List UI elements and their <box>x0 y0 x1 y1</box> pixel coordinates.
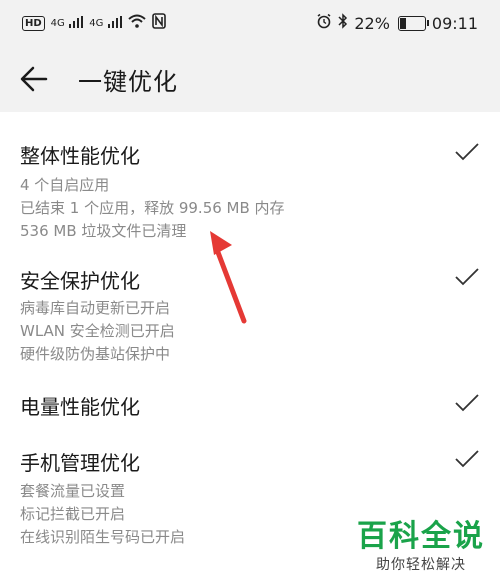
check-icon <box>455 394 479 412</box>
section-detail: 已结束 1 个应用，释放 99.56 MB 内存 <box>20 199 285 217</box>
battery-percent: 22% <box>354 14 390 33</box>
check-icon <box>455 450 479 468</box>
section-detail: 病毒库自动更新已开启 <box>20 299 171 317</box>
section-detail: 536 MB 垃圾文件已清理 <box>20 222 187 240</box>
page-title: 一键优化 <box>78 68 178 96</box>
hd-icon: HD <box>22 16 45 31</box>
section-title: 整体性能优化 <box>20 144 140 168</box>
section-detail: 4 个自启应用 <box>20 176 110 194</box>
check-icon <box>455 143 479 161</box>
clock: 09:11 <box>431 14 478 33</box>
section-detail: 套餐流量已设置 <box>20 482 126 500</box>
bluetooth-icon <box>338 13 348 34</box>
network-type-2: 4G <box>89 17 104 29</box>
section-detail: 标记拦截已开启 <box>20 505 126 523</box>
signal-icon: 4G <box>89 15 122 33</box>
section-title: 电量性能优化 <box>20 395 140 419</box>
battery-icon <box>397 16 429 31</box>
status-left: HD 4G 4G <box>22 13 166 34</box>
watermark-title: 百科全说 <box>357 519 485 554</box>
network-type-1: 4G <box>50 17 65 29</box>
alarm-icon <box>316 13 332 34</box>
optimization-results: 整体性能优化 4 个自启应用 已结束 1 个应用，释放 99.56 MB 内存 … <box>0 112 500 588</box>
signal-icon: 4G <box>51 15 84 33</box>
status-right: 22% 09:11 <box>316 13 478 34</box>
section-detail: WLAN 安全检测已开启 <box>20 322 175 340</box>
section-detail: 硬件级防伪基站保护中 <box>20 345 171 363</box>
back-arrow-icon[interactable] <box>20 66 48 92</box>
section-title: 安全保护优化 <box>20 269 140 293</box>
section-detail: 在线识别陌生号码已开启 <box>20 528 186 546</box>
watermark-logo: 百科全说 助你轻松解决 <box>356 520 486 574</box>
nfc-icon <box>152 13 166 34</box>
section-title: 手机管理优化 <box>20 451 140 475</box>
check-icon <box>455 268 479 286</box>
annotation-arrow-icon <box>210 231 247 324</box>
title-bar: 一键优化 <box>0 46 500 112</box>
watermark-subtitle: 助你轻松解决 <box>376 557 466 573</box>
status-bar: HD 4G 4G 22% 09:11 <box>0 0 500 46</box>
wifi-icon <box>128 14 146 33</box>
